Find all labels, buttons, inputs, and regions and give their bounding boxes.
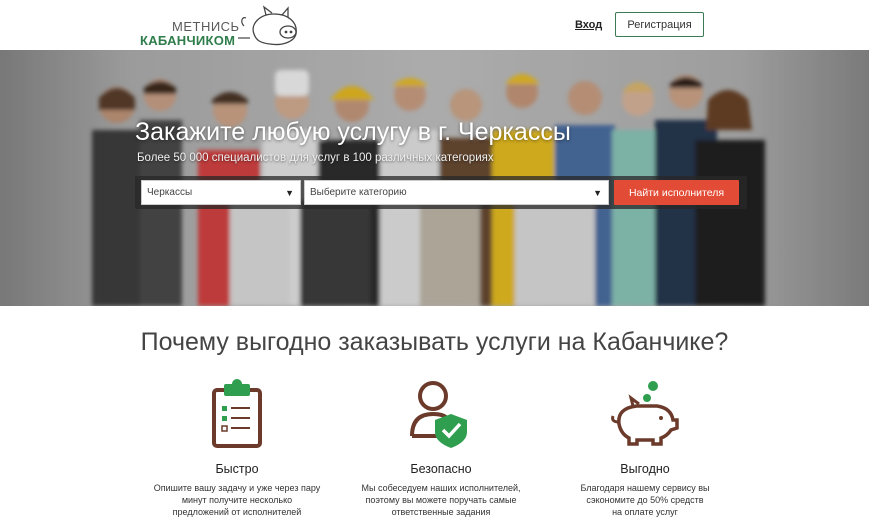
caret-down-icon: ▼ bbox=[593, 188, 602, 198]
search-bar: Черкассы ▼ Выберите категорию ▼ Найти ис… bbox=[135, 176, 747, 209]
city-select-value: Черкассы bbox=[147, 187, 193, 198]
category-select[interactable]: Выберите категорию ▼ bbox=[304, 180, 609, 205]
category-select-value: Выберите категорию bbox=[310, 187, 407, 198]
benefit-safe: Безопасно Мы собеседуем наших исполнител… bbox=[346, 378, 536, 518]
benefit-title: Безопасно bbox=[410, 462, 472, 476]
benefit-profitable: Выгодно Благодаря нашему сервису вы сэко… bbox=[550, 378, 740, 518]
benefits-section-title: Почему выгодно заказывать услуги на Каба… bbox=[140, 328, 729, 356]
logo-text-bottom: КАБАНЧИКОМ bbox=[140, 33, 236, 48]
find-performer-button[interactable]: Найти исполнителя bbox=[614, 180, 739, 205]
benefit-text: Благодаря нашему сервису вы сэкономите д… bbox=[580, 483, 710, 517]
hero-subtitle: Более 50 000 специалистов для услуг в 10… bbox=[137, 152, 494, 164]
benefit-title: Выгодно bbox=[620, 462, 670, 476]
user-shield-icon bbox=[410, 381, 467, 448]
login-link[interactable]: Вход bbox=[575, 19, 602, 31]
piggy-bank-icon bbox=[611, 381, 679, 446]
site-header: МЕТНИСЬ КАБАНЧИКОМ Вход Регистрация bbox=[0, 0, 869, 50]
register-button[interactable]: Регистрация bbox=[615, 12, 704, 37]
benefit-text: Опишите вашу задачу и уже через пару мин… bbox=[153, 483, 321, 517]
pig-logo-icon bbox=[238, 5, 297, 46]
benefit-text: Мы собеседуем наших исполнителей, поэтом… bbox=[361, 483, 521, 517]
caret-down-icon: ▼ bbox=[285, 188, 294, 198]
hero-banner: Закажите любую услугу в г. Черкассы Боле… bbox=[0, 50, 869, 306]
city-select[interactable]: Черкассы ▼ bbox=[141, 180, 301, 205]
benefit-title: Быстро bbox=[215, 462, 259, 476]
benefit-fast: Быстро Опишите вашу задачу и уже через п… bbox=[142, 378, 332, 518]
clipboard-icon bbox=[212, 379, 262, 448]
hero-title: Закажите любую услугу в г. Черкассы bbox=[135, 118, 571, 146]
logo[interactable]: МЕТНИСЬ КАБАНЧИКОМ bbox=[140, 4, 315, 48]
logo-text-top: МЕТНИСЬ bbox=[172, 19, 240, 34]
